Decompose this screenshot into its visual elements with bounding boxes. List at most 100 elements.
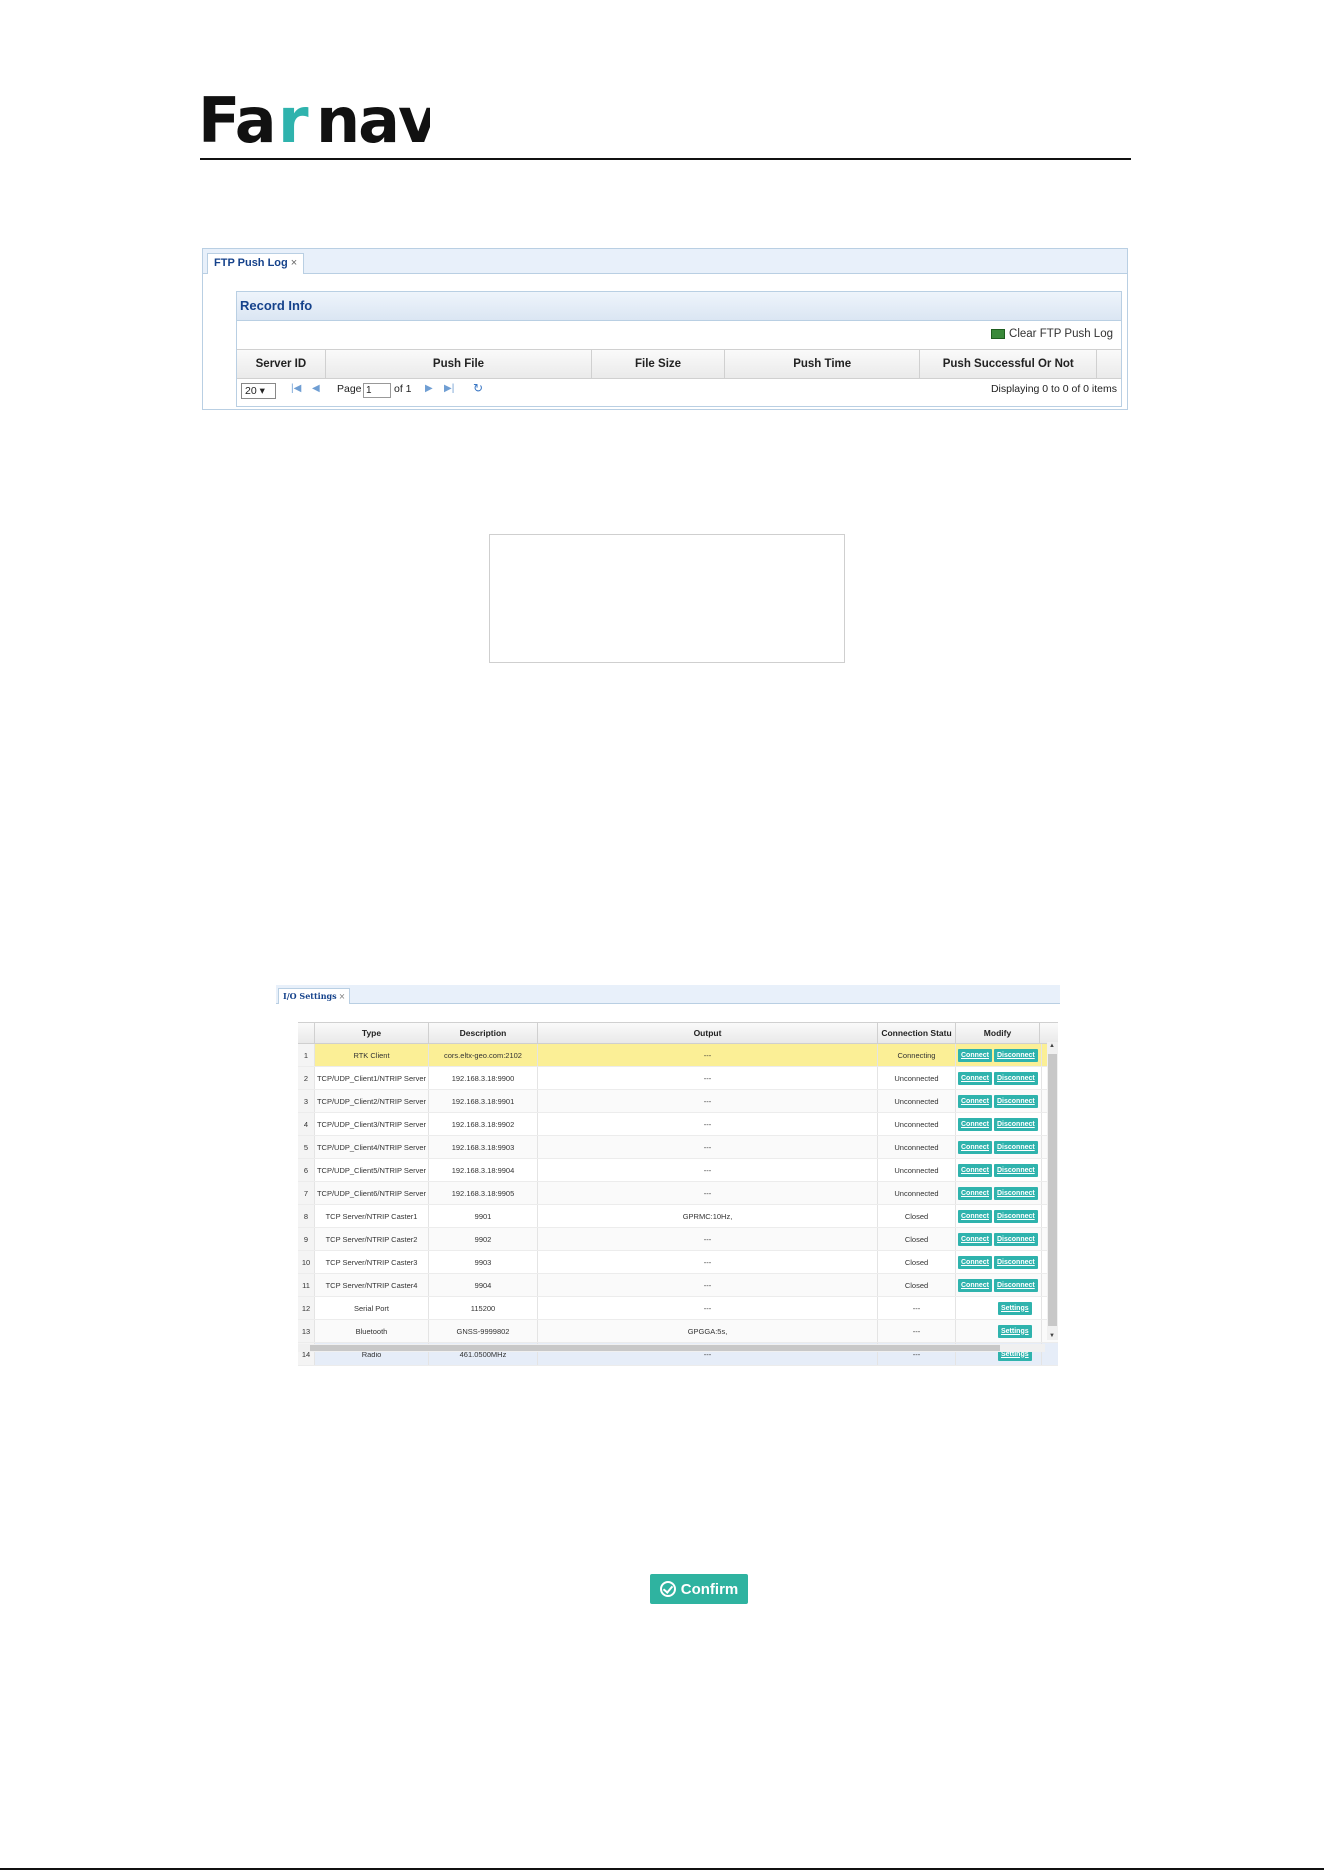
col-server-id[interactable]: Server ID [237,350,326,378]
tab-close-icon[interactable]: × [291,257,297,269]
scroll-down-icon[interactable]: ▼ [1049,1333,1055,1339]
disconnect-button[interactable]: Disconnect [994,1163,1038,1177]
cell-type: TCP/UDP_Client6/NTRIP Server [315,1182,429,1204]
cell-modify: Connect Disconnect [956,1067,1042,1089]
settings-button[interactable]: Settings [998,1324,1032,1338]
settings-button[interactable]: Settings [998,1301,1032,1315]
last-page-icon[interactable]: ▶| [444,383,454,394]
disconnect-button[interactable]: Disconnect [994,1255,1038,1269]
cell-output: --- [538,1251,878,1273]
table-row[interactable]: 8 TCP Server/NTRIP Caster1 9901 GPRMC:10Hz,… [298,1205,1058,1228]
table-row[interactable]: 4 TCP/UDP_Client3/NTRIP Server 192.168.3.1… [298,1113,1058,1136]
connect-button[interactable]: Connect [958,1163,992,1177]
connect-button[interactable]: Connect [958,1048,992,1062]
refresh-icon[interactable]: ↻ [473,381,483,395]
col-output[interactable]: Output [538,1023,878,1043]
tab-io-settings[interactable]: I/O Settings × [278,988,351,1004]
cell-output: --- [538,1044,878,1066]
row-number: 10 [298,1251,315,1273]
table-row[interactable]: 13 Bluetooth GNSS-9999802 GPGGA:5s, --- Setti… [298,1320,1058,1343]
table-row[interactable]: 1 RTK Client cors.eltx-geo.com:2102 --- Conn… [298,1044,1058,1067]
connect-button[interactable]: Connect [958,1140,992,1154]
col-file-size[interactable]: File Size [592,350,725,378]
row-number: 13 [298,1320,315,1342]
connect-button[interactable]: Connect [958,1117,992,1131]
connect-button[interactable]: Connect [958,1186,992,1200]
io-tab-close-icon[interactable]: × [339,992,346,1001]
col-push-file[interactable]: Push File [326,350,593,378]
horizontal-scroll-thumb[interactable] [310,1345,1000,1351]
connect-button[interactable]: Connect [958,1255,992,1269]
table-row[interactable]: 6 TCP/UDP_Client5/NTRIP Server 192.168.3.1… [298,1159,1058,1182]
disconnect-button[interactable]: Disconnect [994,1117,1038,1131]
disconnect-button[interactable]: Disconnect [994,1278,1038,1292]
clear-ftp-push-log-button[interactable]: Clear FTP Push Log [991,328,1113,340]
footer-rule [0,1868,1324,1870]
table-row[interactable]: 12 Serial Port 115200 --- --- Settings [298,1297,1058,1320]
disconnect-button[interactable]: Disconnect [994,1140,1038,1154]
io-grid-header: Type Description Output Connection Statu… [298,1022,1058,1044]
next-page-icon[interactable]: ▶ [425,383,433,394]
row-number: 12 [298,1297,315,1319]
disconnect-button[interactable]: Disconnect [994,1048,1038,1062]
first-page-icon[interactable]: |◀ [291,383,301,394]
col-type[interactable]: Type [315,1023,429,1043]
confirm-button[interactable]: Confirm [650,1574,748,1604]
cell-connection-status: Closed [878,1251,956,1273]
page-size-select[interactable]: 20 ▾ [241,383,276,399]
connect-button[interactable]: Connect [958,1278,992,1292]
vertical-scroll-thumb[interactable] [1048,1054,1057,1326]
cell-output: --- [538,1182,878,1204]
disconnect-button[interactable]: Disconnect [994,1232,1038,1246]
horizontal-scrollbar[interactable] [298,1344,1045,1352]
table-row[interactable]: 7 TCP/UDP_Client6/NTRIP Server 192.168.3.1… [298,1182,1058,1205]
table-row[interactable]: 10 TCP Server/NTRIP Caster3 9903 --- Closed C… [298,1251,1058,1274]
col-push-time[interactable]: Push Time [725,350,921,378]
cell-connection-status: Unconnected [878,1182,956,1204]
col-modify[interactable]: Modify [956,1023,1040,1043]
scroll-up-icon[interactable]: ▲ [1049,1043,1055,1049]
connect-button[interactable]: Connect [958,1094,992,1108]
vertical-scrollbar[interactable]: ▲ ▼ [1047,1042,1058,1340]
cell-type: TCP Server/NTRIP Caster1 [315,1205,429,1227]
cell-modify: Connect Disconnect [956,1251,1042,1273]
col-description[interactable]: Description [429,1023,538,1043]
disconnect-button[interactable]: Disconnect [994,1071,1038,1085]
cell-type: TCP/UDP_Client2/NTRIP Server [315,1090,429,1112]
cell-connection-status: Unconnected [878,1067,956,1089]
cell-type: Bluetooth [315,1320,429,1342]
table-row[interactable]: 9 TCP Server/NTRIP Caster2 9902 --- Closed Co… [298,1228,1058,1251]
cell-modify: Settings [956,1320,1042,1342]
cell-description: 192.168.3.18:9901 [429,1090,538,1112]
disconnect-button[interactable]: Disconnect [994,1186,1038,1200]
page-number-input[interactable]: 1 [363,383,391,398]
cell-description: 9903 [429,1251,538,1273]
table-row[interactable]: 2 TCP/UDP_Client1/NTRIP Server 192.168.3.1… [298,1067,1058,1090]
cell-connection-status: Closed [878,1228,956,1250]
cell-description: cors.eltx-geo.com:2102 [429,1044,538,1066]
cell-type: Serial Port [315,1297,429,1319]
table-row[interactable]: 3 TCP/UDP_Client2/NTRIP Server 192.168.3.1… [298,1090,1058,1113]
disconnect-button[interactable]: Disconnect [994,1209,1038,1223]
disconnect-button[interactable]: Disconnect [994,1094,1038,1108]
connect-button[interactable]: Connect [958,1209,992,1223]
io-rows: 1 RTK Client cors.eltx-geo.com:2102 --- Conn… [298,1044,1058,1366]
clear-ftp-push-log-label: Clear FTP Push Log [1009,328,1113,340]
record-info-box: Record Info Clear FTP Push Log Server ID… [236,291,1122,407]
col-row-number [298,1023,315,1043]
col-push-successful[interactable]: Push Successful Or Not [920,350,1098,378]
connect-button[interactable]: Connect [958,1232,992,1246]
io-grid: Type Description Output Connection Statu… [298,1022,1058,1366]
cell-type: TCP Server/NTRIP Caster3 [315,1251,429,1273]
cell-modify: Connect Disconnect [956,1044,1042,1066]
col-connection-status[interactable]: Connection Statu [878,1023,956,1043]
connect-button[interactable]: Connect [958,1071,992,1085]
table-row[interactable]: 11 TCP Server/NTRIP Caster4 9904 --- Closed C… [298,1274,1058,1297]
cell-modify: Connect Disconnect [956,1274,1042,1296]
table-row[interactable]: 5 TCP/UDP_Client4/NTRIP Server 192.168.3.1… [298,1136,1058,1159]
cell-type: TCP/UDP_Client1/NTRIP Server [315,1067,429,1089]
record-grid-header: Server ID Push File File Size Push Time … [237,349,1121,379]
tab-ftp-push-log[interactable]: FTP Push Log × [207,253,305,274]
prev-page-icon[interactable]: ◀ [312,383,320,394]
cell-type: RTK Client [315,1044,429,1066]
